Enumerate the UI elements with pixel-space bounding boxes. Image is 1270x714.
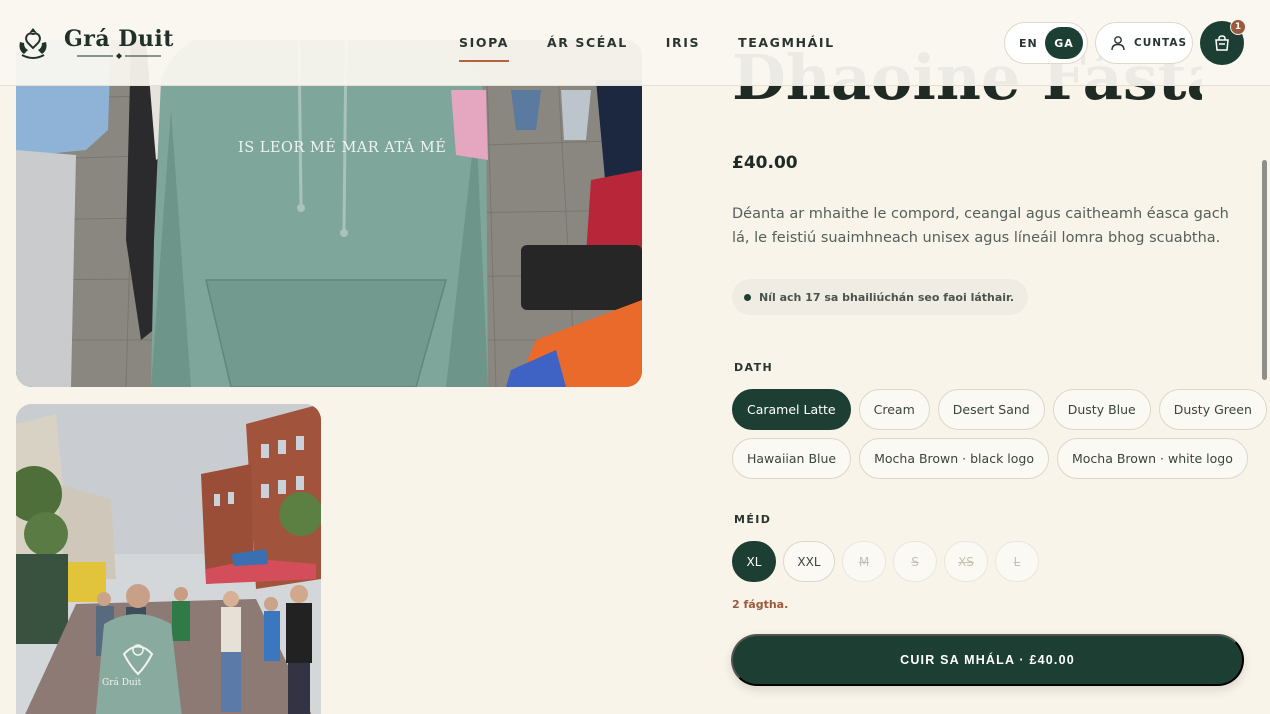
account-label: CUNTAS: [1134, 37, 1188, 49]
user-icon: [1111, 36, 1125, 51]
street-market-photo: [16, 404, 321, 714]
nav-item-siopa[interactable]: SIOPA: [459, 35, 509, 62]
color-option-dusty-blue[interactable]: Dusty Blue: [1052, 389, 1151, 430]
low-stock-text: 2 fágtha.: [732, 598, 789, 611]
hoodie-slogan-text: IS LEOR MÉ MAR ATÁ MÉ: [238, 140, 447, 156]
hoodie-print-text: Grá Duit: [102, 678, 142, 688]
size-option-xs[interactable]: XS: [944, 541, 988, 582]
color-option-dusty-green[interactable]: Dusty Green: [1158, 389, 1267, 430]
lang-en-button[interactable]: EN: [1019, 37, 1038, 50]
cart-count-badge: 1: [1230, 19, 1246, 35]
logo-ornament: [76, 53, 161, 59]
stock-dot-icon: [744, 293, 751, 301]
nav-item-iris[interactable]: IRIS: [666, 35, 700, 56]
color-option-desert-sand[interactable]: Desert Sand: [937, 389, 1045, 430]
lang-ga-button[interactable]: GA: [1045, 27, 1083, 59]
stock-notice-text: Níl ach 17 sa bhailiúchán seo faoi látha…: [759, 290, 1015, 304]
product-price: £40.00: [732, 153, 798, 173]
page-scrollbar[interactable]: [1262, 160, 1267, 380]
size-option-s[interactable]: S: [893, 541, 937, 582]
hoodie-photo: [16, 40, 642, 387]
site-header: Grá Duit SIOPA ÁR SCÉAL IRIS TEAGMHÁIL E…: [0, 0, 1270, 86]
nav-item-teagmhail[interactable]: TEAGMHÁIL: [738, 35, 835, 56]
color-label: DATH: [734, 361, 774, 374]
claddagh-logo-icon: [19, 28, 47, 59]
product-photo-secondary[interactable]: [16, 404, 321, 714]
size-option-l[interactable]: L: [995, 541, 1039, 582]
nav-item-ar-sceal[interactable]: ÁR SCÉAL: [547, 35, 628, 56]
stock-notice: Níl ach 17 sa bhailiúchán seo faoi látha…: [732, 279, 1029, 315]
main-nav: SIOPA ÁR SCÉAL IRIS TEAGMHÁIL: [459, 35, 873, 62]
color-options-row-1: Caramel Latte Cream Desert Sand Dusty Bl…: [732, 389, 1270, 430]
product-photo-main[interactable]: [16, 40, 642, 387]
brand-name: Grá Duit: [64, 26, 174, 52]
size-options: XL XXL M S XS L: [732, 541, 1046, 582]
brand-logo[interactable]: Grá Duit: [14, 24, 174, 62]
product-description: Déanta ar mhaithe le compord, ceangal ag…: [732, 206, 1229, 246]
language-toggle: EN GA: [1004, 22, 1088, 64]
color-options-row-2: Hawaiian Blue Mocha Brown · black logo M…: [732, 438, 1256, 479]
size-label: MÉID: [734, 513, 772, 526]
size-option-xxl[interactable]: XXL: [783, 541, 835, 582]
color-option-mocha-brown-white-logo[interactable]: Mocha Brown · white logo: [1056, 438, 1248, 479]
color-option-caramel-latte[interactable]: Caramel Latte: [732, 389, 851, 430]
color-option-hawaiian-blue[interactable]: Hawaiian Blue: [732, 438, 852, 479]
size-option-m[interactable]: M: [842, 541, 886, 582]
add-to-bag-button[interactable]: CUIR SA MHÁLA · £40.00: [731, 634, 1244, 686]
color-option-mocha-brown-black-logo[interactable]: Mocha Brown · black logo: [859, 438, 1049, 479]
size-option-xl[interactable]: XL: [732, 541, 776, 582]
shopping-bag-icon: [1215, 35, 1229, 51]
color-option-cream[interactable]: Cream: [858, 389, 930, 430]
account-button[interactable]: CUNTAS: [1095, 22, 1193, 64]
